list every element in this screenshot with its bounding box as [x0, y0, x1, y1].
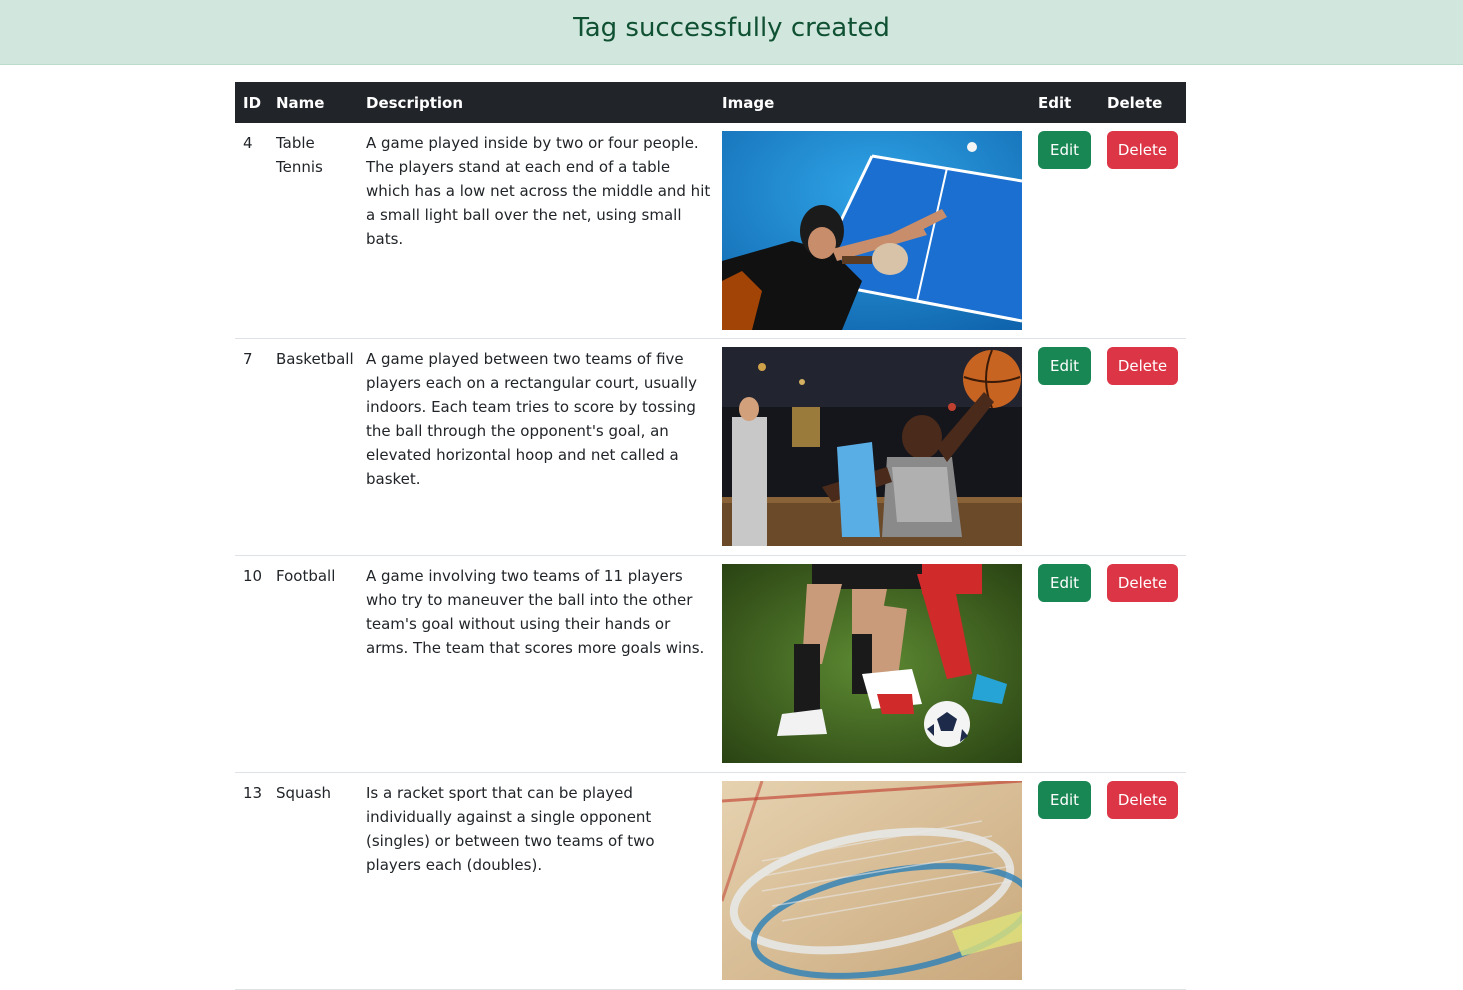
row-description: Is a racket sport that can be played ind…: [358, 772, 714, 990]
table-row: 13 Squash Is a racket sport that can be …: [235, 772, 1186, 990]
header-image: Image: [714, 82, 1030, 123]
delete-button[interactable]: Delete: [1107, 347, 1178, 385]
basketball-image: [722, 347, 1022, 546]
row-description: A game played between two teams of five …: [358, 338, 714, 556]
row-name: Squash: [268, 772, 358, 990]
delete-button[interactable]: Delete: [1107, 564, 1178, 602]
row-id: 7: [235, 338, 268, 556]
success-alert: Tag successfully created: [0, 0, 1463, 65]
edit-button[interactable]: Edit: [1038, 781, 1091, 819]
row-name: Basketball: [268, 338, 358, 556]
header-name: Name: [268, 82, 358, 123]
edit-button[interactable]: Edit: [1038, 564, 1091, 602]
table-row: 10 Football A game involving two teams o…: [235, 555, 1186, 773]
table-header-row: ID Name Description Image Edit Delete: [235, 82, 1186, 123]
table-row: 4 Table Tennis A game played inside by t…: [235, 123, 1186, 339]
edit-button[interactable]: Edit: [1038, 131, 1091, 169]
header-description: Description: [358, 82, 714, 123]
squash-image: [722, 781, 1022, 980]
alert-message: Tag successfully created: [573, 13, 890, 43]
row-name: Football: [268, 555, 358, 773]
row-description: A game involving two teams of 11 players…: [358, 555, 714, 773]
row-id: 10: [235, 555, 268, 773]
row-id: 13: [235, 772, 268, 990]
delete-button[interactable]: Delete: [1107, 781, 1178, 819]
row-description: A game played inside by two or four peop…: [358, 123, 714, 339]
edit-button[interactable]: Edit: [1038, 347, 1091, 385]
header-id: ID: [235, 82, 268, 123]
delete-button[interactable]: Delete: [1107, 131, 1178, 169]
tags-table: ID Name Description Image Edit Delete 4 …: [235, 82, 1186, 990]
table-row: 7 Basketball A game played between two t…: [235, 338, 1186, 556]
header-delete: Delete: [1099, 82, 1186, 123]
row-id: 4: [235, 123, 268, 339]
table-tennis-image: [722, 131, 1022, 330]
football-image: [722, 564, 1022, 763]
header-edit: Edit: [1030, 82, 1099, 123]
row-name: Table Tennis: [268, 123, 358, 339]
